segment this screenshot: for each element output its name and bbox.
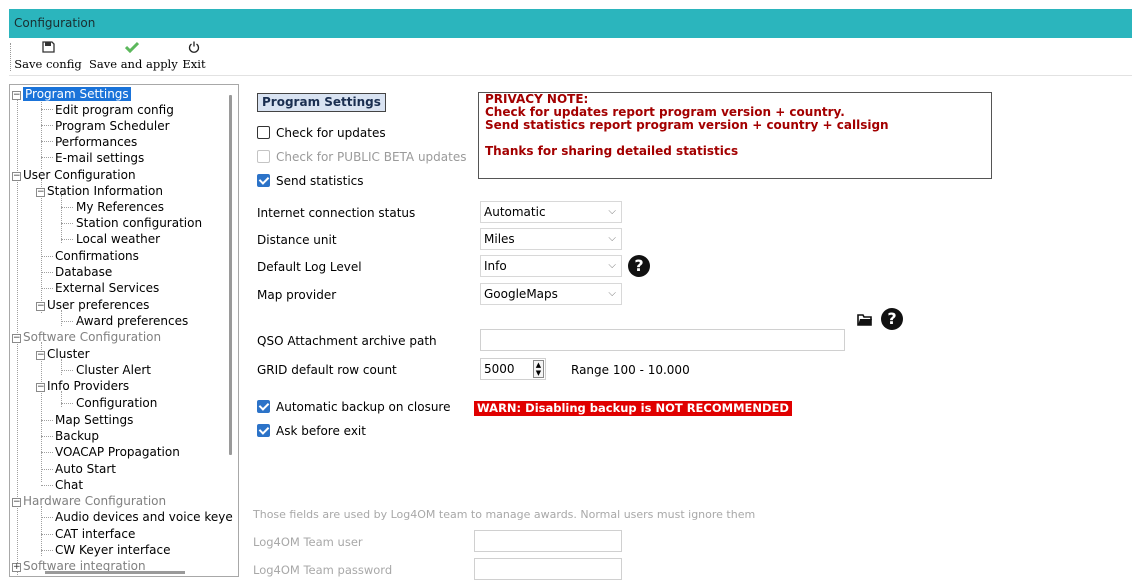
expand-icon[interactable]: +	[12, 563, 21, 572]
grid-row-range: Range 100 - 10.000	[571, 363, 690, 377]
tree-item-chat[interactable]: Chat	[55, 477, 83, 493]
save-and-apply-button[interactable]: Save and apply	[89, 41, 178, 75]
tree-item-station-configuration[interactable]: Station configuration	[76, 215, 202, 231]
tree-item-station-information[interactable]: − Station Information	[36, 183, 163, 199]
checkbox-box-checked[interactable]	[257, 424, 270, 437]
exit-label: Exit	[182, 57, 206, 71]
check-beta-updates-checkbox: Check for PUBLIC BETA updates	[257, 148, 466, 166]
tree-item-my-references[interactable]: My References	[76, 199, 164, 215]
tree-item-map-settings[interactable]: Map Settings	[55, 412, 133, 428]
collapse-icon[interactable]: −	[12, 172, 21, 181]
settings-tree[interactable]: − Program Settings Edit program config Pr…	[9, 84, 239, 577]
privacy-note: PRIVACY NOTE: Check for updates report p…	[478, 92, 992, 179]
tree-item-cat-interface[interactable]: CAT interface	[55, 526, 135, 542]
tree-item-user-preferences[interactable]: − User preferences	[36, 297, 149, 313]
tree-item-voacap-propagation[interactable]: VOACAP Propagation	[55, 444, 180, 460]
chevron-down-icon: ⌵	[608, 233, 616, 244]
chevron-down-icon: ⌵	[608, 206, 616, 217]
tree-item-cluster-alert[interactable]: Cluster Alert	[76, 362, 151, 378]
grid-row-count-stepper[interactable]: 5000 ▲ ▼	[480, 358, 546, 380]
grid-row-count-label: GRID default row count	[257, 363, 397, 377]
help-icon[interactable]: ?	[881, 308, 903, 330]
privacy-note-line: Send statistics report program version +…	[485, 118, 889, 132]
settings-panel: Program Settings PRIVACY NOTE: Check for…	[240, 76, 1132, 585]
checkbox-box-checked[interactable]	[257, 174, 270, 187]
check-for-updates-checkbox[interactable]: Check for updates	[257, 124, 386, 142]
tree-item-cluster[interactable]: − Cluster	[36, 346, 90, 362]
tree-item-backup[interactable]: Backup	[55, 428, 99, 444]
spin-arrows-icon[interactable]: ▲ ▼	[533, 360, 544, 378]
tree-item-configuration[interactable]: Configuration	[76, 395, 157, 411]
tree-item-confirmations[interactable]: Confirmations	[55, 248, 139, 264]
map-provider-label: Map provider	[257, 288, 337, 302]
checkbox-box	[257, 150, 270, 163]
collapse-icon[interactable]: −	[12, 498, 21, 507]
team-fields-note: Those fields are used by Log4OM team to …	[253, 508, 756, 521]
tree-item-email-settings[interactable]: E-mail settings	[55, 150, 144, 166]
tree-item-software-configuration[interactable]: − Software Configuration	[12, 329, 161, 345]
power-icon	[179, 41, 209, 57]
save-config-label: Save config	[14, 57, 82, 71]
collapse-icon[interactable]: −	[36, 383, 45, 392]
tree-horizontal-scrollbar[interactable]	[45, 571, 185, 574]
tree-vertical-scrollbar[interactable]	[229, 95, 232, 455]
save-and-apply-label: Save and apply	[89, 57, 178, 71]
tree-item-hardware-configuration[interactable]: − Hardware Configuration	[12, 493, 166, 509]
tree-item-program-settings[interactable]: − Program Settings	[12, 86, 131, 102]
tree-item-performances[interactable]: Performances	[55, 134, 137, 150]
checkbox-box[interactable]	[257, 126, 270, 139]
backup-warning-badge: WARN: Disabling backup is NOT RECOMMENDE…	[474, 401, 792, 416]
automatic-backup-checkbox[interactable]: Automatic backup on closure	[257, 398, 451, 416]
tree-item-user-configuration[interactable]: − User Configuration	[12, 167, 136, 183]
tree-item-award-preferences[interactable]: Award preferences	[76, 313, 188, 329]
team-password-input[interactable]	[474, 558, 622, 580]
tree-item-info-providers[interactable]: − Info Providers	[36, 378, 129, 394]
privacy-note-line: Thanks for sharing detailed statistics	[485, 144, 739, 158]
window-titlebar: Configuration	[9, 9, 1132, 38]
tree-item-program-scheduler[interactable]: Program Scheduler	[55, 118, 170, 134]
tree-item-edit-program-config[interactable]: Edit program config	[55, 102, 174, 118]
internet-status-label: Internet connection status	[257, 206, 416, 220]
team-user-label: Log4OM Team user	[253, 535, 363, 549]
chevron-down-icon: ⌵	[608, 288, 616, 299]
checkmark-icon	[89, 41, 175, 57]
ask-before-exit-checkbox[interactable]: Ask before exit	[257, 422, 366, 440]
collapse-icon[interactable]: −	[12, 91, 21, 100]
collapse-icon[interactable]: −	[36, 302, 45, 311]
distance-unit-select[interactable]: Miles ⌵	[480, 228, 622, 250]
toolbar: Save config Save and apply Exit	[9, 38, 1132, 76]
map-provider-select[interactable]: GoogleMaps ⌵	[480, 283, 622, 305]
team-password-label: Log4OM Team password	[253, 563, 393, 577]
tree-item-cw-keyer-interface[interactable]: CW Keyer interface	[55, 542, 170, 558]
folder-open-icon[interactable]	[854, 309, 876, 329]
team-user-input[interactable]	[474, 530, 622, 552]
collapse-icon[interactable]: −	[12, 334, 21, 343]
tree-item-database[interactable]: Database	[55, 264, 112, 280]
toolbar-grip	[10, 43, 12, 71]
save-icon	[13, 41, 83, 57]
save-config-button[interactable]: Save config	[13, 41, 83, 75]
qso-archive-path-input[interactable]	[480, 329, 845, 351]
window-title: Configuration	[14, 16, 96, 30]
checkbox-box-checked[interactable]	[257, 400, 270, 413]
exit-button[interactable]: Exit	[179, 41, 209, 75]
qso-archive-path-label: QSO Attachment archive path	[257, 334, 437, 348]
section-title: Program Settings	[257, 93, 386, 112]
distance-unit-label: Distance unit	[257, 233, 337, 247]
help-icon[interactable]: ?	[628, 255, 650, 277]
chevron-down-icon: ⌵	[608, 260, 616, 271]
tree-item-local-weather[interactable]: Local weather	[76, 231, 160, 247]
tree-item-external-services[interactable]: External Services	[55, 280, 159, 296]
send-statistics-checkbox[interactable]: Send statistics	[257, 172, 364, 190]
log-level-select[interactable]: Info ⌵	[480, 255, 622, 277]
log-level-label: Default Log Level	[257, 260, 362, 274]
collapse-icon[interactable]: −	[36, 351, 45, 360]
internet-status-select[interactable]: Automatic ⌵	[480, 201, 622, 223]
tree-item-audio-devices[interactable]: Audio devices and voice keye	[55, 509, 233, 525]
tree-item-auto-start[interactable]: Auto Start	[55, 461, 116, 477]
collapse-icon[interactable]: −	[36, 188, 45, 197]
